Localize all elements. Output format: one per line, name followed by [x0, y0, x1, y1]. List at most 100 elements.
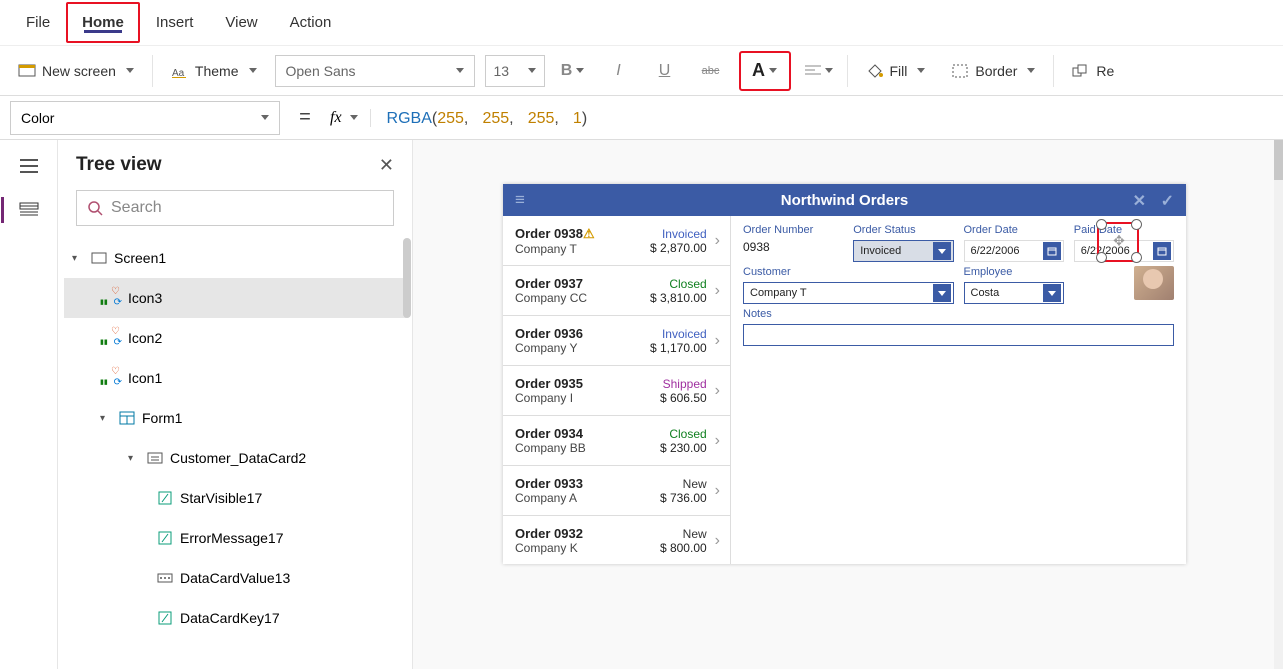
font-size-select[interactable]: 13 — [485, 55, 545, 87]
tree-node-icon1[interactable]: ▮▮♡⟳ Icon1 — [64, 358, 406, 398]
tree-view-icon[interactable] — [17, 198, 41, 222]
order-customer: Company CC — [515, 291, 633, 305]
list-icon[interactable]: ≡ — [515, 190, 525, 210]
chevron-down-icon — [350, 115, 358, 120]
font-color-button-highlight: A — [739, 51, 791, 91]
formula-bar: Color = fx RGBA(255, 255, 255, 1) — [0, 96, 1283, 140]
move-handle-icon: ✥ — [1113, 233, 1125, 250]
menu-view[interactable]: View — [209, 2, 273, 43]
menu-insert[interactable]: Insert — [140, 2, 210, 43]
canvas[interactable]: ≡ Northwind Orders ✕ ✓ Order 0938⚠Compan… — [413, 140, 1283, 669]
italic-button[interactable]: I — [601, 55, 637, 87]
resize-handle[interactable] — [1096, 219, 1107, 230]
chevron-down-icon — [933, 284, 951, 302]
chevron-down-icon — [249, 68, 257, 73]
app-preview: ≡ Northwind Orders ✕ ✓ Order 0938⚠Compan… — [503, 184, 1186, 564]
reorder-button[interactable]: Re — [1064, 57, 1122, 85]
hamburger-icon[interactable] — [17, 154, 41, 178]
order-row[interactable]: Order 0935Company IShipped$ 606.50› — [503, 366, 730, 416]
font-color-button[interactable]: A — [747, 55, 783, 87]
chevron-right-icon: › — [715, 382, 720, 400]
order-customer: Company I — [515, 391, 633, 405]
scrollbar-thumb[interactable] — [403, 238, 411, 318]
resize-handle[interactable] — [1096, 252, 1107, 263]
label-notes: Notes — [743, 308, 1174, 320]
menu-action[interactable]: Action — [274, 2, 348, 43]
order-row[interactable]: Order 0934Company BBClosed$ 230.00› — [503, 416, 730, 466]
tree-node-datacardkey[interactable]: DataCardKey17 — [64, 598, 406, 638]
search-input[interactable]: Search — [76, 190, 394, 226]
align-button[interactable] — [801, 55, 837, 87]
chevron-down-icon — [456, 68, 464, 73]
order-amount: $ 800.00 — [633, 541, 707, 555]
chevron-down-icon — [825, 68, 833, 73]
formula-input[interactable]: RGBA(255, 255, 255, 1) — [381, 108, 1273, 128]
calendar-icon — [1153, 242, 1171, 260]
resize-handle[interactable] — [1131, 252, 1142, 263]
tree-node-customer-datacard[interactable]: ▾Customer_DataCard2 — [64, 438, 406, 478]
canvas-scrollbar[interactable] — [1274, 140, 1283, 669]
resize-handle[interactable] — [1131, 219, 1142, 230]
theme-icon: Aa — [171, 62, 189, 80]
tree-node-starvisible[interactable]: StarVisible17 — [64, 478, 406, 518]
calendar-icon — [1043, 242, 1061, 260]
tree-node-screen1[interactable]: ▾Screen1 — [64, 238, 406, 278]
order-list[interactable]: Order 0938⚠Company TInvoiced$ 2,870.00›O… — [503, 216, 731, 564]
notes-input[interactable] — [743, 324, 1174, 346]
app-header: ≡ Northwind Orders ✕ ✓ — [503, 184, 1186, 216]
tree-node-icon3[interactable]: ▮▮♡⟳ Icon3 — [64, 278, 406, 318]
toolbar: New screen Aa Theme Open Sans 13 B I U a… — [0, 46, 1283, 96]
chevron-down-icon — [917, 68, 925, 73]
cancel-icon[interactable]: ✕ — [1133, 191, 1146, 211]
order-row[interactable]: Order 0938⚠Company TInvoiced$ 2,870.00› — [503, 216, 730, 266]
order-row[interactable]: Order 0932Company KNew$ 800.00› — [503, 516, 730, 564]
scrollbar-thumb[interactable] — [1274, 140, 1283, 180]
menu-home[interactable]: Home — [66, 2, 140, 43]
order-status: Closed — [633, 277, 707, 291]
order-detail: Order Number Order Status Order Date Pai… — [731, 216, 1186, 564]
label-icon — [156, 529, 174, 547]
datacard-icon — [146, 449, 164, 467]
selection-handles[interactable]: ✥ — [1101, 224, 1137, 258]
property-select[interactable]: Color — [10, 101, 280, 135]
label-order-status: Order Status — [853, 224, 953, 236]
order-customer: Company T — [515, 242, 633, 256]
order-row[interactable]: Order 0936Company YInvoiced$ 1,170.00› — [503, 316, 730, 366]
form-icon — [118, 409, 136, 427]
fx-button[interactable]: fx — [330, 109, 371, 127]
chevron-down-icon — [933, 242, 951, 260]
reorder-label: Re — [1096, 63, 1114, 79]
order-row[interactable]: Order 0933Company ANew$ 736.00› — [503, 466, 730, 516]
reorder-icon — [1072, 62, 1090, 80]
close-icon[interactable]: ✕ — [379, 155, 394, 176]
menu-file[interactable]: File — [10, 2, 66, 43]
order-amount: $ 3,810.00 — [633, 291, 707, 305]
tree-node-errormessage[interactable]: ErrorMessage17 — [64, 518, 406, 558]
strikethrough-button[interactable]: abc — [693, 55, 729, 87]
property-value: Color — [21, 110, 54, 126]
screen-icon — [90, 249, 108, 267]
chevron-right-icon: › — [715, 232, 720, 250]
customer-select[interactable]: Company T — [743, 282, 954, 304]
fill-button[interactable]: Fill — [858, 57, 934, 85]
employee-avatar — [1134, 266, 1174, 300]
menu-bar: File Home Insert View Action — [0, 0, 1283, 46]
order-row[interactable]: Order 0937Company CCClosed$ 3,810.00› — [503, 266, 730, 316]
order-status: New — [633, 527, 707, 541]
font-name-select[interactable]: Open Sans — [275, 55, 475, 87]
tree-node-datacardvalue[interactable]: DataCardValue13 — [64, 558, 406, 598]
order-status-select[interactable]: Invoiced — [853, 240, 953, 262]
chevron-down-icon — [528, 68, 536, 73]
underline-button[interactable]: U — [647, 55, 683, 87]
theme-button[interactable]: Aa Theme — [163, 57, 265, 85]
employee-select[interactable]: Costa — [964, 282, 1064, 304]
order-date-input[interactable]: 6/22/2006 — [964, 240, 1064, 262]
chevron-down-icon — [1027, 68, 1035, 73]
tree-node-icon2[interactable]: ▮▮♡⟳ Icon2 — [64, 318, 406, 358]
submit-icon[interactable]: ✓ — [1161, 191, 1174, 211]
tree-node-form1[interactable]: ▾Form1 — [64, 398, 406, 438]
new-screen-button[interactable]: New screen — [10, 57, 142, 85]
control-icon: ▮▮♡⟳ — [100, 290, 122, 306]
border-button[interactable]: Border — [943, 57, 1043, 85]
bold-button[interactable]: B — [555, 55, 591, 87]
